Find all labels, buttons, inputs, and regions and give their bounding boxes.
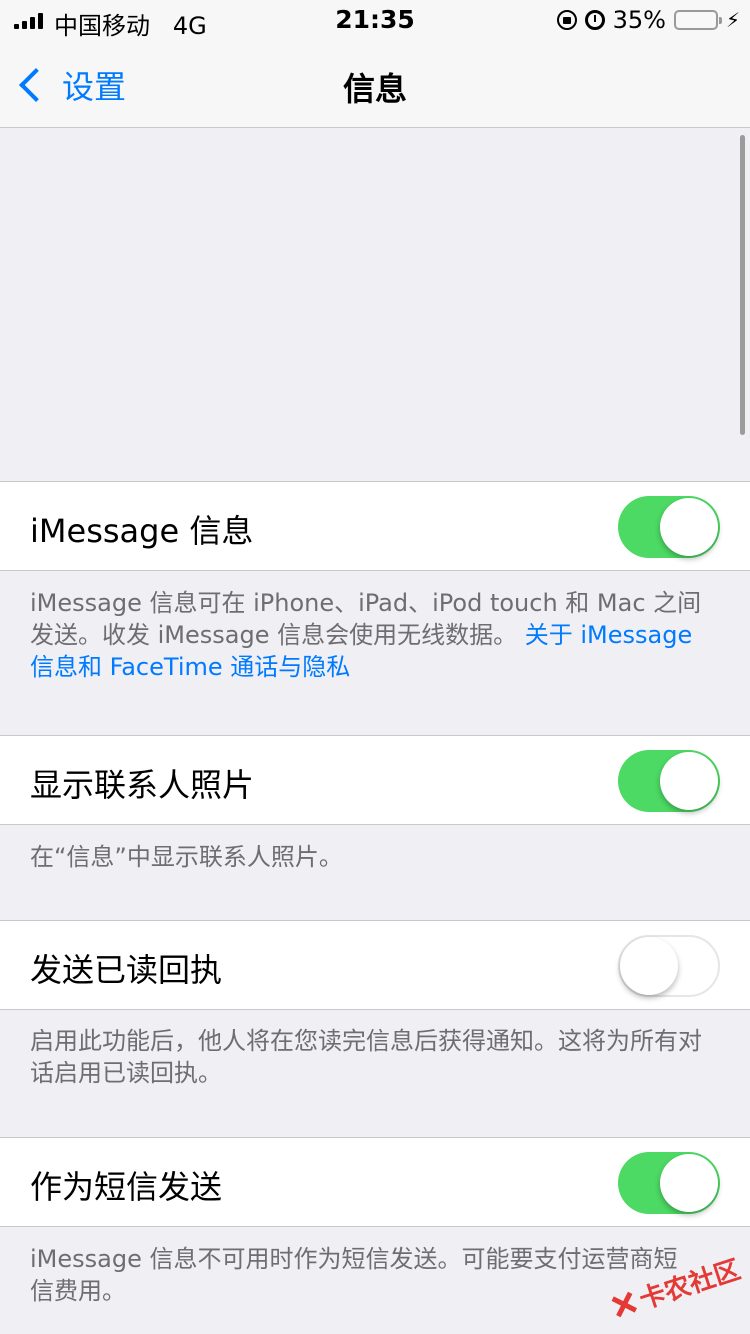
battery-icon — [673, 10, 722, 30]
status-bar: 中国移动 4G 21:35 35% ⚡ — [0, 0, 750, 40]
imessage-cell: iMessage 信息 — [0, 481, 750, 571]
send-as-sms-cell: 作为短信发送 — [0, 1137, 750, 1227]
watermark-mark-icon — [607, 1288, 640, 1321]
contact-photos-label: 显示联系人照片 — [30, 766, 255, 804]
charging-icon: ⚡ — [725, 8, 740, 32]
read-receipts-toggle[interactable] — [618, 935, 720, 997]
battery-percent: 35% — [612, 6, 666, 34]
read-receipts-cell: 发送已读回执 — [0, 920, 750, 1010]
send-as-sms-label: 作为短信发送 — [30, 1168, 223, 1206]
toggle-knob — [620, 937, 678, 995]
imessage-label: iMessage 信息 — [30, 512, 254, 550]
imessage-toggle[interactable] — [618, 496, 720, 558]
toggle-knob — [660, 752, 718, 810]
toggle-knob — [660, 1154, 718, 1212]
contact-photos-cell: 显示联系人照片 — [0, 735, 750, 825]
contact-photos-footer: 在“信息”中显示联系人照片。 — [30, 843, 343, 871]
read-receipts-label: 发送已读回执 — [30, 951, 223, 989]
orientation-lock-icon — [556, 10, 577, 30]
status-icons: 35% ⚡ — [556, 6, 740, 34]
alarm-icon — [584, 10, 605, 30]
imessage-footer: iMessage 信息可在 iPhone、iPad、iPod touch 和 M… — [30, 589, 702, 681]
send-as-sms-toggle[interactable] — [618, 1152, 720, 1214]
scrollbar[interactable] — [740, 135, 745, 435]
send-as-sms-footer: iMessage 信息不可用时作为短信发送。可能要支付运营商短信费用。 — [30, 1245, 678, 1305]
navigation-bar: 设置 信息 — [0, 40, 750, 128]
read-receipts-footer: 启用此功能后，他人将在您读完信息后获得通知。这将为所有对话启用已读回执。 — [30, 1027, 702, 1087]
contact-photos-toggle[interactable] — [618, 750, 720, 812]
toggle-knob — [660, 498, 718, 556]
page-title: 信息 — [342, 70, 407, 108]
